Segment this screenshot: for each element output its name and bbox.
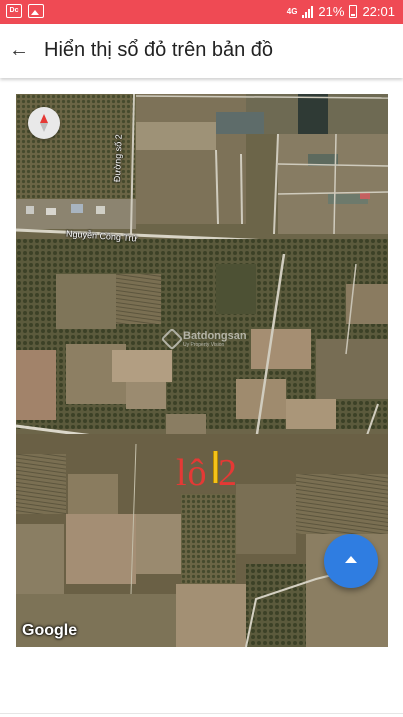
battery-percent: 21% [318, 4, 345, 19]
google-attribution: Google [22, 622, 78, 639]
lot-label: lô 2 [176, 452, 239, 494]
compass-button[interactable] [28, 107, 60, 139]
signal-icon [302, 5, 314, 18]
watermark-logo-icon [160, 327, 184, 351]
status-left: Dc [6, 4, 44, 18]
divider [0, 713, 403, 714]
network-type: 4G [286, 6, 298, 16]
page-title: Hiển thị sổ đỏ trên bản đồ [44, 39, 274, 61]
watermark-brand: Batdongsan [183, 330, 247, 342]
lot-marker [213, 451, 218, 483]
status-bar: Dc 4G 21% 22:01 [0, 0, 403, 24]
watermark-sub: Uy Property Vision [183, 342, 225, 348]
chevron-up-icon [345, 556, 357, 563]
back-button[interactable]: ← [6, 38, 32, 64]
app-bar: ← Hiển thị sổ đỏ trên bản đồ [0, 24, 403, 78]
road-label-duong-so-2: Đường số 2 [112, 134, 124, 183]
notification-icon: Dc [6, 4, 22, 18]
clock: 22:01 [362, 4, 395, 19]
scroll-up-button[interactable] [324, 534, 378, 588]
battery-icon [349, 5, 358, 18]
arrow-back-icon: ← [9, 39, 29, 61]
image-icon [28, 4, 44, 18]
compass-needle-south [40, 123, 48, 132]
watermark: Batdongsan Uy Property Vision [160, 327, 247, 351]
status-right: 4G 21% 22:01 [287, 4, 395, 19]
compass-icon [40, 114, 48, 123]
